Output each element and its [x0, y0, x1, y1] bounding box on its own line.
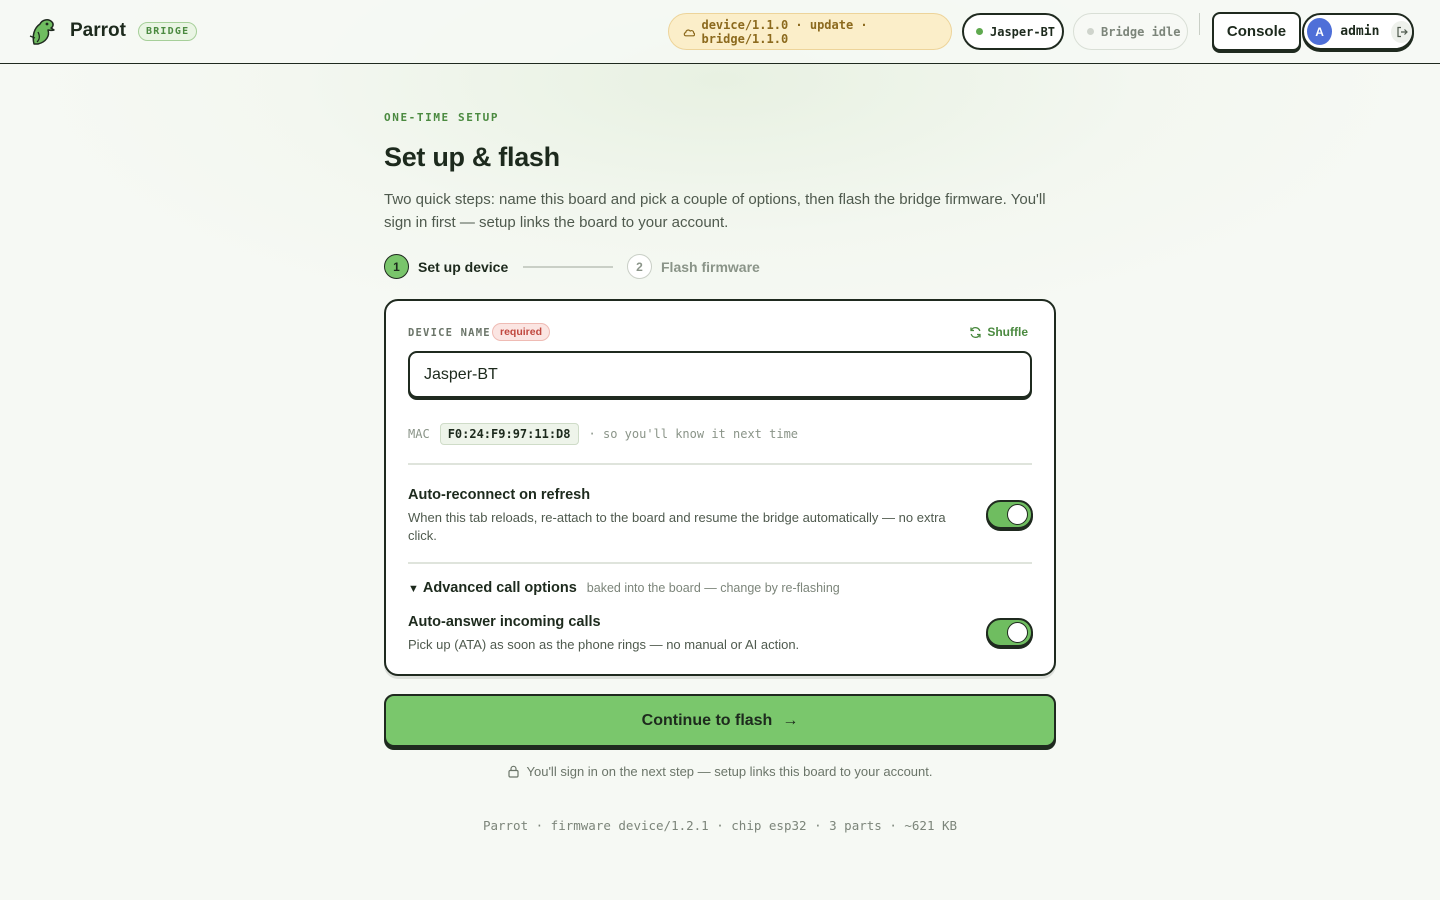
auto-reconnect-desc: When this tab reloads, re-attach to the …	[408, 510, 946, 543]
logout-icon[interactable]	[1391, 20, 1412, 43]
firmware-update-text: device/1.1.0 · update · bridge/1.1.0	[701, 17, 868, 46]
idle-dot-icon	[1087, 28, 1094, 35]
toggle-knob	[1007, 504, 1028, 525]
step-1-label: Set up device	[418, 259, 509, 275]
shuffle-label: Shuffle	[987, 325, 1028, 339]
mac-row: MAC F0:24:F9:97:11:D8 · so you'll know i…	[408, 423, 798, 445]
required-badge: required	[492, 323, 551, 341]
signin-note: You'll sign in on the next step — setup …	[0, 764, 1440, 779]
step-2-label: Flash firmware	[661, 259, 760, 275]
advanced-options-note: baked into the board — change by re-flas…	[586, 581, 840, 595]
footer: Parrot · firmware device/1.2.1 · chip es…	[482, 818, 958, 833]
advanced-options-title: Advanced call options	[422, 580, 577, 596]
stepper: 1 Set up device 2 Flash firmware	[384, 254, 784, 280]
device-name-input[interactable]	[408, 351, 1032, 398]
refresh-icon	[970, 326, 981, 338]
device-status-pill[interactable]: Jasper-BT	[962, 13, 1064, 50]
connected-dot-icon	[976, 28, 983, 35]
cloud-icon	[683, 28, 696, 36]
device-pill-label: Jasper-BT	[990, 24, 1056, 39]
signin-note-text: You'll sign in on the next step — setup …	[526, 764, 933, 779]
brand-badge: BRIDGE	[137, 21, 198, 41]
auto-answer-desc: Pick up (ATA) as soon as the phone rings…	[408, 637, 800, 652]
eyebrow: ONE-TIME SETUP	[384, 111, 500, 124]
mac-label: MAC	[408, 427, 430, 441]
continue-label: Continue to flash	[641, 711, 773, 729]
mac-address: F0:24:F9:97:11:D8	[439, 423, 579, 445]
divider	[408, 463, 1032, 465]
user-name: admin	[1340, 24, 1380, 39]
brand-name: Parrot	[70, 20, 126, 41]
bridge-status-pill[interactable]: Bridge idle	[1073, 13, 1188, 50]
step-2-number: 2	[627, 254, 652, 279]
user-menu[interactable]: A admin	[1302, 13, 1414, 50]
auto-reconnect-title: Auto-reconnect on refresh	[408, 487, 591, 503]
auto-answer-toggle[interactable]	[986, 618, 1033, 647]
brand[interactable]: Parrot BRIDGE	[26, 14, 198, 48]
auto-answer-title: Auto-answer incoming calls	[408, 614, 601, 630]
divider	[408, 562, 1032, 564]
top-bar: Parrot BRIDGE device/1.1.0 · update · br…	[0, 0, 1440, 64]
lock-icon	[507, 765, 519, 778]
bridge-status-label: Bridge idle	[1101, 24, 1181, 39]
page-subtitle: Two quick steps: name this board and pic…	[384, 191, 1046, 231]
device-name-label: DEVICE NAME	[408, 327, 491, 339]
shuffle-button[interactable]: Shuffle	[969, 325, 1028, 339]
caret-down-icon: ▼	[408, 583, 419, 595]
auto-reconnect-toggle[interactable]	[986, 500, 1033, 529]
firmware-update-pill[interactable]: device/1.1.0 · update · bridge/1.1.0	[668, 13, 952, 50]
continue-to-flash-button[interactable]: Continue to flash →	[384, 694, 1056, 747]
page-title: Set up & flash	[384, 142, 560, 172]
header-divider	[1199, 13, 1200, 35]
step-connector	[523, 266, 613, 268]
parrot-logo-icon	[29, 19, 55, 45]
avatar: A	[1307, 18, 1333, 45]
logout-glyph-icon	[1397, 26, 1408, 37]
mac-note: · so you'll know it next time	[588, 427, 799, 441]
advanced-options-summary[interactable]: ▼ Advanced call options baked into the b…	[408, 580, 840, 596]
setup-card: DEVICE NAME required Shuffle MAC F0:24:F…	[384, 299, 1056, 676]
toggle-knob	[1007, 622, 1028, 643]
step-1-number: 1	[384, 254, 409, 279]
console-button[interactable]: Console	[1212, 12, 1301, 51]
arrow-right-icon: →	[782, 711, 799, 729]
